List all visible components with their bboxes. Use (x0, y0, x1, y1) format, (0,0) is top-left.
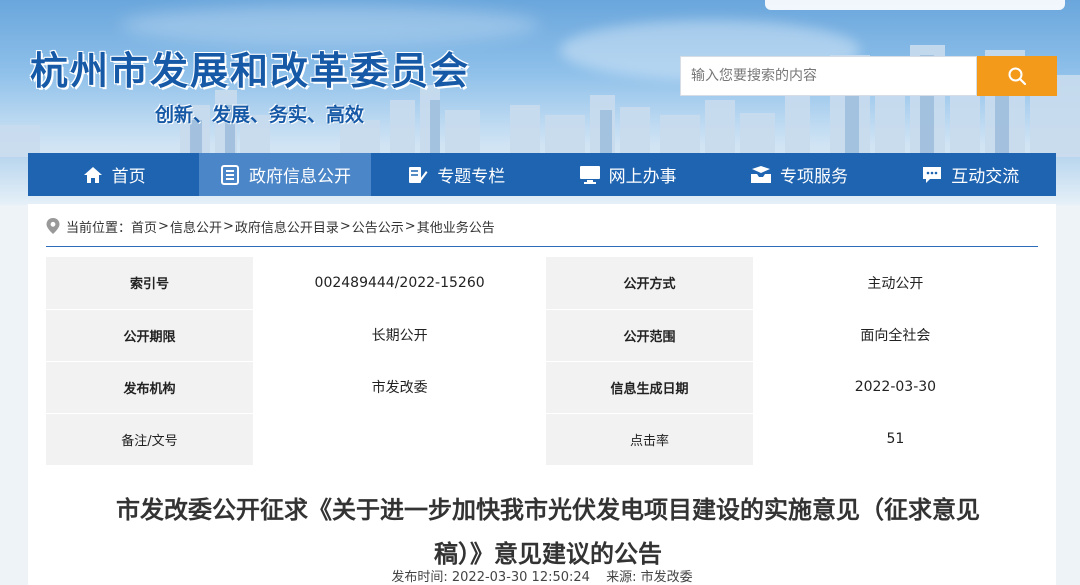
nav-item-label: 网上办事 (608, 167, 677, 187)
meta-value-disclosure-scope: 面向全社会 (752, 309, 1038, 362)
publish-time: 发布时间: 2022-03-30 12:50:24 (391, 570, 590, 585)
meta-value-remarks (252, 413, 547, 466)
publish-time-value: 2022-03-30 12:50:24 (451, 570, 590, 585)
monitor-icon (579, 164, 601, 186)
meta-value-publisher: 市发改委 (252, 361, 547, 414)
breadcrumb-separator: > (222, 218, 234, 234)
search-icon (1008, 67, 1027, 86)
meta-label-disclosure-scope: 公开范围 (546, 309, 753, 362)
breadcrumb-item[interactable]: 信息公开 (170, 217, 222, 236)
meta-value-disclosure-method: 主动公开 (752, 257, 1038, 310)
main-nav: 首页 政府信息公开 专题专栏 网上办事 专项服务 互动交流 (28, 153, 1056, 196)
source-label: 来源: (606, 570, 637, 585)
nav-item-home[interactable]: 首页 (28, 153, 199, 196)
nav-item-label: 专题专栏 (437, 167, 506, 187)
banner-cloud (120, 5, 540, 45)
nav-item-gov-info[interactable]: 政府信息公开 (199, 153, 371, 196)
nav-item-interaction[interactable]: 互动交流 (885, 153, 1056, 196)
nav-item-label: 首页 (111, 167, 146, 187)
top-tab-strip (765, 0, 1065, 10)
meta-value-index: 002489444/2022-15260 (252, 257, 547, 310)
publish-time-label: 发布时间: (391, 570, 448, 585)
search-input[interactable]: 输入您要搜索的内容 (680, 56, 977, 96)
meta-value-generated-date: 2022-03-30 (752, 361, 1038, 414)
meta-label-disclosure-period: 公开期限 (46, 309, 253, 362)
breadcrumb-item[interactable]: 首页 (131, 217, 157, 236)
document-list-icon (219, 164, 241, 186)
site-title: 杭州市发展和改革委员会 (30, 48, 471, 93)
mail-tray-icon (750, 164, 772, 186)
meta-label-index: 索引号 (46, 257, 253, 310)
breadcrumb-separator: > (158, 218, 169, 234)
meta-label-publisher: 发布机构 (46, 361, 253, 414)
site-slogan: 创新、发展、务实、高效 (155, 104, 365, 126)
article-title: 市发改委公开征求《关于进一步加快我市光伏发电项目建设的实施意见（征求意见 稿）》… (68, 488, 1028, 576)
home-icon (82, 164, 104, 186)
location-pin-icon (46, 218, 60, 234)
nav-item-label: 专项服务 (779, 167, 848, 187)
nav-item-special-topics[interactable]: 专题专栏 (371, 153, 542, 196)
meta-label-disclosure-method: 公开方式 (546, 257, 753, 310)
table-row: 公开期限 长期公开 公开范围 面向全社会 (46, 309, 1038, 362)
meta-label-click-rate: 点击率 (546, 413, 753, 466)
breadcrumb-separator: > (404, 218, 416, 234)
info-meta-table: 索引号 002489444/2022-15260 公开方式 主动公开 公开期限 … (46, 257, 1038, 466)
article-source: 来源: 市发改委 (606, 570, 693, 585)
article-title-line: 市发改委公开征求《关于进一步加快我市光伏发电项目建设的实施意见（征求意见 (116, 496, 980, 524)
meta-label-generated-date: 信息生成日期 (546, 361, 753, 414)
breadcrumb-item[interactable]: 政府信息公开目录 (235, 217, 339, 236)
breadcrumb-item[interactable]: 其他业务公告 (417, 217, 495, 236)
meta-label-remarks: 备注/文号 (46, 413, 253, 466)
search-button[interactable] (977, 56, 1057, 96)
breadcrumb-divider (46, 246, 1038, 247)
breadcrumb-prefix: 当前位置： (66, 220, 132, 236)
meta-value-click-rate: 51 (752, 413, 1038, 466)
meta-value-disclosure-period: 长期公开 (252, 309, 547, 362)
breadcrumb: 当前位置： 首页 > 信息公开 > 政府信息公开目录 > 公告公示 > 其他业务… (46, 216, 495, 236)
content-panel: 当前位置： 首页 > 信息公开 > 政府信息公开目录 > 公告公示 > 其他业务… (28, 204, 1056, 585)
article-meta: 发布时间: 2022-03-30 12:50:24 来源: 市发改委 (28, 566, 1056, 585)
table-row: 索引号 002489444/2022-15260 公开方式 主动公开 (46, 257, 1038, 310)
chat-bubble-icon (921, 164, 943, 186)
table-row: 发布机构 市发改委 信息生成日期 2022-03-30 (46, 361, 1038, 414)
source-value: 市发改委 (640, 570, 693, 585)
nav-item-label: 互动交流 (951, 167, 1020, 187)
edit-note-icon (407, 164, 429, 186)
breadcrumb-separator: > (339, 218, 351, 234)
table-row: 备注/文号 点击率 51 (46, 413, 1038, 466)
nav-item-special-services[interactable]: 专项服务 (713, 153, 884, 196)
nav-item-online-services[interactable]: 网上办事 (542, 153, 713, 196)
breadcrumb-item[interactable]: 公告公示 (352, 217, 404, 236)
nav-item-label: 政府信息公开 (248, 167, 351, 187)
